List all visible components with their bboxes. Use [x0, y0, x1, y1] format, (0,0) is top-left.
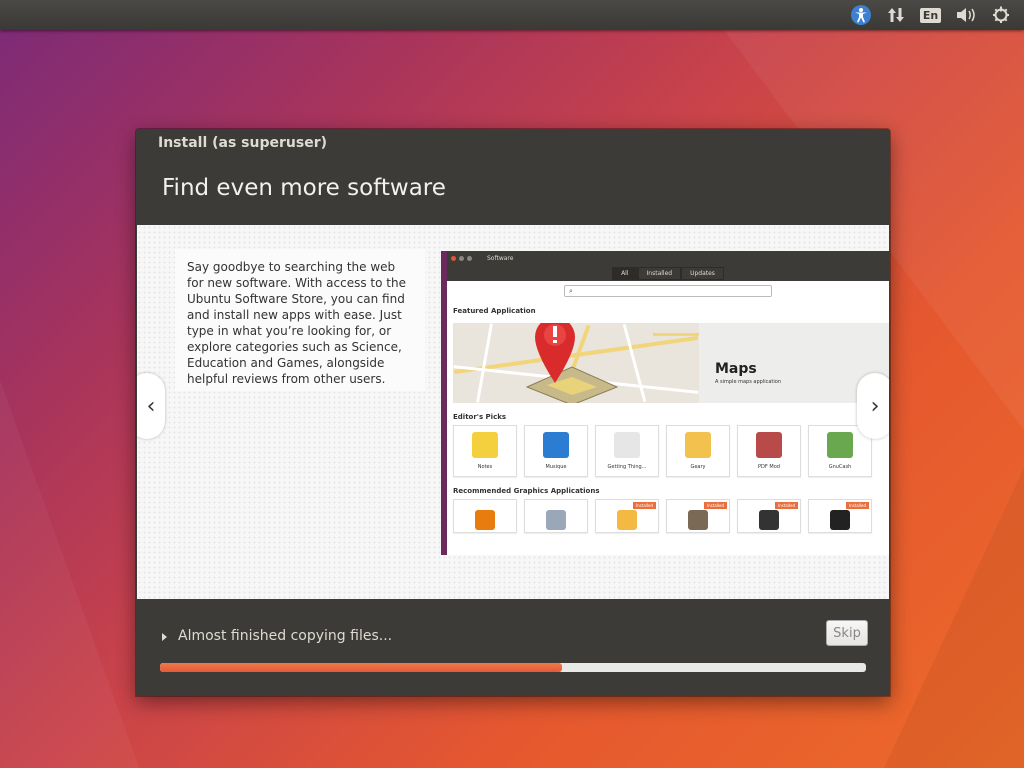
power-icon[interactable]	[983, 0, 1018, 30]
featured-app-name: Maps	[715, 361, 757, 377]
sc-app-card: Getting Thing...	[595, 425, 659, 477]
app-icon	[617, 510, 637, 530]
app-icon	[546, 510, 566, 530]
sc-tab-updates: Updates	[681, 266, 724, 280]
installed-badge: Installed	[703, 502, 727, 509]
keyboard-layout-label: En	[919, 7, 942, 23]
chevron-right-icon: ›	[870, 393, 880, 419]
map-illustration	[453, 323, 699, 403]
details-expander-icon[interactable]	[162, 633, 167, 641]
window-title: Install (as superuser)	[158, 135, 327, 151]
progress-bar-fill	[160, 663, 563, 672]
slide-heading: Find even more software	[162, 175, 446, 201]
app-icon	[756, 432, 782, 458]
volume-icon[interactable]	[948, 0, 983, 30]
sc-tab-installed: Installed	[637, 266, 682, 280]
app-icon	[614, 432, 640, 458]
installed-badge: Installed	[632, 502, 656, 509]
chevron-left-icon: ‹	[146, 393, 156, 419]
sc-featured-banner: Maps A simple maps application	[453, 323, 889, 403]
sc-editors-picks-label: Editor's Picks	[453, 413, 507, 421]
sc-tabs: All Installed Updates	[447, 265, 889, 281]
sc-graphics-row: Installed Installed Installed Installed	[453, 499, 889, 533]
app-icon	[759, 510, 779, 530]
sc-editors-picks-row: Notes Musique Getting Thing... Geary PDF Mod…	[453, 425, 889, 477]
sc-app-card	[524, 499, 588, 533]
map-pin-icon	[525, 323, 619, 403]
app-icon	[688, 510, 708, 530]
featured-app-subtitle: A simple maps application	[715, 379, 781, 385]
slide-description: Say goodbye to searching the web for new…	[175, 249, 425, 391]
app-icon	[830, 510, 850, 530]
app-icon	[543, 432, 569, 458]
accessibility-icon[interactable]	[843, 0, 878, 30]
sc-window-title: Software	[487, 254, 514, 262]
progress-status-label: Almost finished copying files...	[178, 628, 393, 644]
sc-app-name: Musique	[545, 464, 567, 470]
installed-badge: Installed	[845, 502, 869, 509]
sc-app-card: Musique	[524, 425, 588, 477]
sc-graphics-label: Recommended Graphics Applications	[453, 487, 600, 495]
sc-app-card: Installed	[666, 499, 730, 533]
network-icon[interactable]	[878, 0, 913, 30]
app-icon	[472, 432, 498, 458]
app-icon	[827, 432, 853, 458]
skip-button[interactable]: Skip	[826, 620, 868, 646]
keyboard-layout-indicator[interactable]: En	[913, 0, 948, 30]
sc-search-field: ⌕	[564, 285, 772, 297]
sc-app-name: GnuCash	[828, 464, 852, 470]
search-icon: ⌕	[569, 287, 573, 295]
sc-app-card	[453, 499, 517, 533]
sc-app-card: Geary	[666, 425, 730, 477]
sc-app-card: Installed	[737, 499, 801, 533]
sc-tab-all: All	[612, 266, 638, 280]
sc-app-name: Notes	[477, 464, 493, 470]
minimize-icon	[459, 255, 464, 261]
progress-bar	[160, 663, 866, 672]
sc-app-card: Installed	[595, 499, 659, 533]
app-icon	[475, 510, 495, 530]
slideshow: Say goodbye to searching the web for new…	[137, 225, 889, 599]
close-icon	[451, 255, 456, 261]
sc-app-name: Geary	[690, 464, 706, 470]
sc-app-name: Getting Thing...	[607, 464, 647, 470]
sc-app-card: Installed	[808, 499, 872, 533]
next-slide-button[interactable]: ›	[857, 373, 889, 439]
sc-app-card: Notes	[453, 425, 517, 477]
installer-window: Install (as superuser) Find even more so…	[136, 129, 890, 696]
app-icon	[685, 432, 711, 458]
sc-featured-label: Featured Application	[453, 307, 536, 315]
top-panel: En	[0, 0, 1024, 30]
maximize-icon	[467, 255, 472, 261]
software-center-screenshot: Software All Installed Updates ⌕ Feature…	[441, 251, 889, 555]
sc-titlebar: Software	[447, 251, 889, 265]
previous-slide-button[interactable]: ‹	[137, 373, 165, 439]
installed-badge: Installed	[774, 502, 798, 509]
sc-app-card: PDF Mod	[737, 425, 801, 477]
sc-app-name: PDF Mod	[758, 464, 780, 470]
